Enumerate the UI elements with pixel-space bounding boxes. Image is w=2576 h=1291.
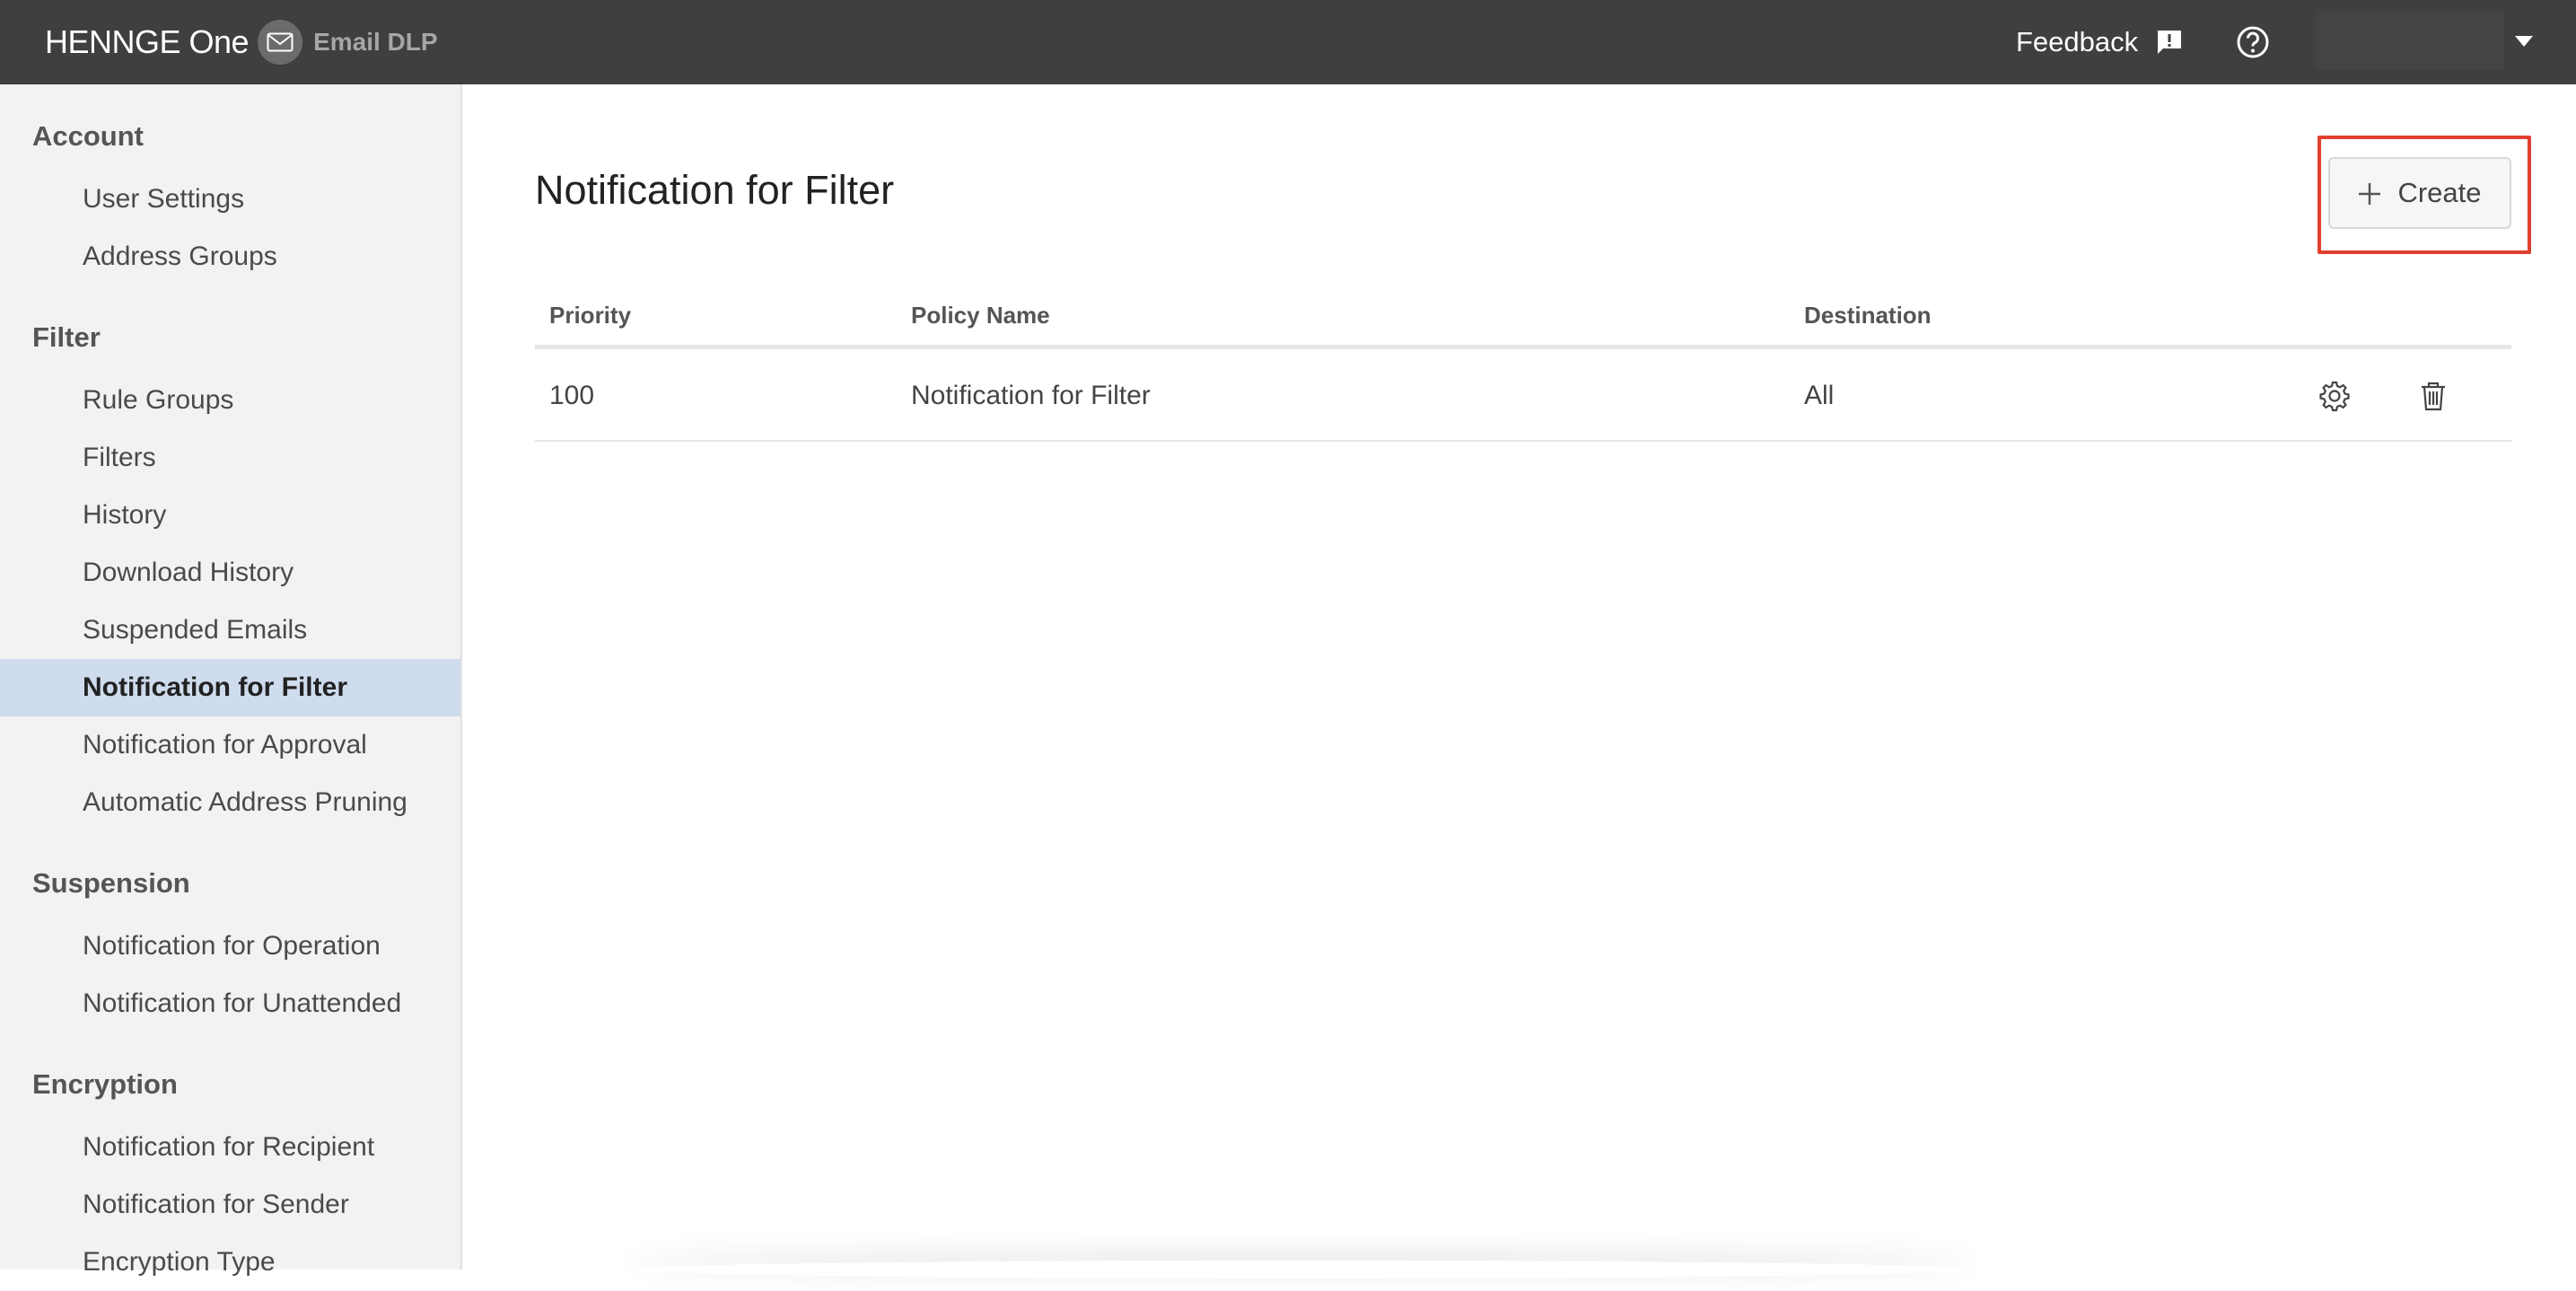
cell-destination: All [1804, 381, 1835, 410]
sidebar: Account User Settings Address Groups Fil… [0, 84, 462, 1277]
mail-icon [258, 20, 303, 65]
sidebar-section-filter: Filter [32, 321, 101, 353]
sidebar-section-account: Account [32, 120, 144, 152]
create-button[interactable]: Create [2328, 157, 2511, 229]
sidebar-item-encryption-type[interactable]: Encryption Type [0, 1234, 460, 1291]
sidebar-item-rule-groups[interactable]: Rule Groups [0, 372, 460, 429]
logo-text: HENNGE One [45, 23, 250, 60]
trash-icon[interactable] [2416, 379, 2450, 413]
sidebar-item-notification-for-sender[interactable]: Notification for Sender [0, 1176, 460, 1234]
sidebar-item-suspended-emails[interactable]: Suspended Emails [0, 602, 460, 659]
feedback-button[interactable]: Feedback [2016, 22, 2185, 63]
column-header-priority[interactable]: Priority [549, 302, 631, 329]
sidebar-item-history[interactable]: History [0, 487, 460, 544]
page-title: Notification for Filter [535, 167, 895, 213]
logo[interactable]: HENNGE One Email DLP [45, 20, 438, 65]
create-button-label: Create [2397, 177, 2482, 208]
cell-priority: 100 [549, 381, 595, 410]
product-name: Email DLP [313, 28, 438, 56]
sidebar-item-download-history[interactable]: Download History [0, 544, 460, 602]
sidebar-item-notification-for-approval[interactable]: Notification for Approval [0, 716, 460, 774]
sidebar-section-encryption: Encryption [32, 1068, 178, 1100]
feedback-label: Feedback [2016, 26, 2139, 57]
sidebar-item-notification-for-operation[interactable]: Notification for Operation [0, 918, 460, 975]
cell-policy-name[interactable]: Notification for Filter [911, 381, 1151, 411]
top-bar: HENNGE One Email DLP Feedback [0, 0, 2576, 84]
sidebar-item-automatic-address-pruning[interactable]: Automatic Address Pruning [0, 774, 460, 831]
sidebar-item-notification-for-recipient[interactable]: Notification for Recipient [0, 1119, 460, 1176]
bottom-shadow [628, 1260, 1975, 1278]
sidebar-section-suspension: Suspension [32, 867, 190, 899]
plus-icon [2358, 174, 2381, 212]
sidebar-item-notification-for-filter[interactable]: Notification for Filter [0, 659, 460, 716]
column-header-policy-name[interactable]: Policy Name [911, 302, 1050, 329]
table-row-divider [535, 440, 2511, 442]
sidebar-item-user-settings[interactable]: User Settings [0, 171, 460, 228]
help-icon[interactable] [2235, 24, 2271, 60]
sidebar-item-address-groups[interactable]: Address Groups [0, 228, 460, 285]
table-header-divider [535, 345, 2511, 349]
feedback-icon [2154, 27, 2185, 57]
gear-icon[interactable] [2318, 379, 2352, 413]
sidebar-item-notification-for-unattended[interactable]: Notification for Unattended [0, 975, 460, 1032]
user-menu[interactable] [2316, 9, 2504, 70]
column-header-destination[interactable]: Destination [1804, 302, 1932, 329]
sidebar-item-filters[interactable]: Filters [0, 429, 460, 487]
caret-down-icon[interactable] [2513, 32, 2535, 50]
